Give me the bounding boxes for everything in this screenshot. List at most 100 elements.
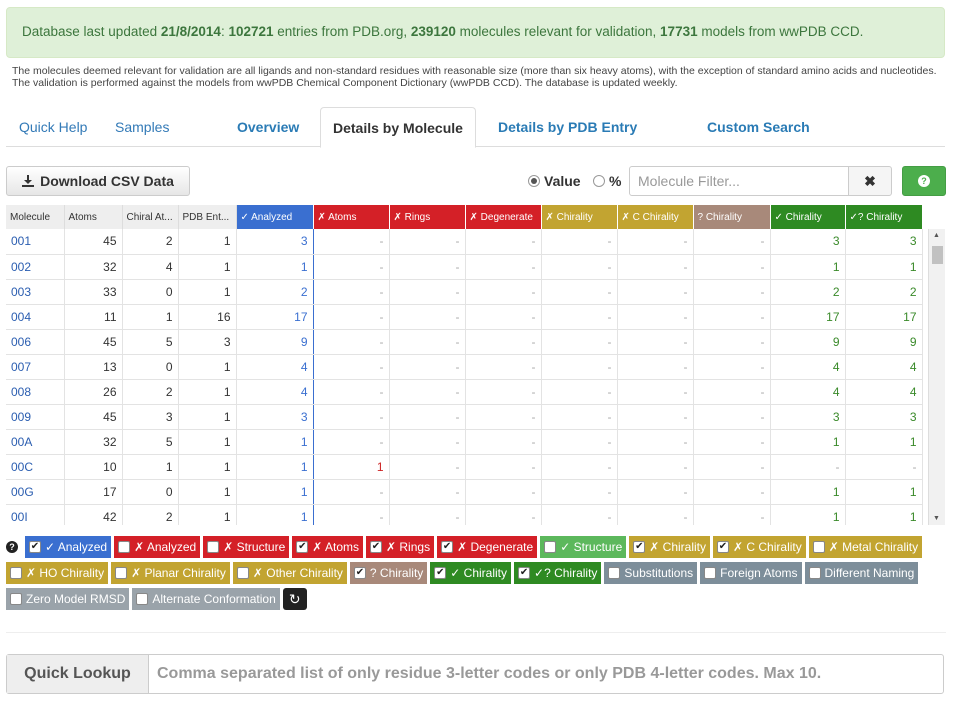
molecule-link[interactable]: 008: [6, 379, 65, 405]
molecule-link[interactable]: 009: [6, 404, 65, 430]
molecule-link[interactable]: 00G: [6, 479, 65, 505]
table-row[interactable]: 008 26 2 1 4- - - - - -4 4: [6, 379, 923, 405]
table-cell[interactable]: 4: [845, 379, 923, 405]
molecule-link[interactable]: 004: [6, 304, 65, 330]
table-cell[interactable]: 1: [770, 504, 846, 525]
scroll-down-icon[interactable]: ▼: [933, 515, 940, 522]
download-csv-button[interactable]: Download CSV Data: [6, 166, 190, 196]
table-cell[interactable]: 1: [236, 429, 314, 455]
table-cell[interactable]: 3: [770, 229, 846, 255]
table-cell[interactable]: 2: [845, 279, 923, 305]
molecule-link[interactable]: 007: [6, 354, 65, 380]
molecule-link[interactable]: 003: [6, 279, 65, 305]
column-header[interactable]: ✗ Degenerate: [465, 205, 542, 229]
tab-details-by-pdb-entry[interactable]: Details by PDB Entry: [498, 107, 637, 147]
molecule-link[interactable]: 00I: [6, 504, 65, 525]
table-row[interactable]: 007 13 0 1 4- - - - - -4 4: [6, 354, 923, 380]
table-cell[interactable]: 17: [236, 304, 314, 330]
molecule-link[interactable]: 001: [6, 229, 65, 255]
table-row[interactable]: 00C 10 1 1 1 1- - - - - - -: [6, 454, 923, 480]
table-cell[interactable]: 4: [770, 354, 846, 380]
table-row[interactable]: 009 45 3 1 3- - - - - -3 3: [6, 404, 923, 430]
toggle-checkbox[interactable]: [207, 541, 220, 553]
column-toggle[interactable]: ✔ ✓? Chirality: [514, 562, 602, 584]
column-toggle[interactable]: Zero Model RMSD: [6, 588, 130, 610]
toggle-checkbox[interactable]: [136, 593, 149, 605]
column-toggle[interactable]: ✗ Analyzed: [114, 536, 201, 558]
table-cell[interactable]: 9: [770, 329, 846, 355]
tab-custom-search[interactable]: Custom Search: [707, 107, 810, 147]
column-header[interactable]: ✓ Chirality: [770, 205, 846, 229]
column-toggle[interactable]: Substitutions: [604, 562, 698, 584]
table-cell[interactable]: 4: [770, 379, 846, 405]
toggle-checkbox[interactable]: [808, 567, 821, 579]
table-row[interactable]: 002 32 4 1 1- - - - - -1 1: [6, 254, 923, 280]
column-toggle[interactable]: Alternate Conformation: [132, 588, 280, 610]
toggle-checkbox[interactable]: ✔: [353, 567, 366, 579]
percent-radio[interactable]: %: [593, 173, 621, 189]
table-row[interactable]: 004 11 1 16 17- - - - - -17 17: [6, 304, 923, 330]
toggle-checkbox[interactable]: [608, 567, 621, 579]
table-cell[interactable]: 9: [845, 329, 923, 355]
table-cell[interactable]: 1: [770, 479, 846, 505]
table-cell[interactable]: 1: [770, 429, 846, 455]
table-cell[interactable]: 1: [770, 254, 846, 280]
column-toggle[interactable]: ✔ ✓ Chirality: [430, 562, 512, 584]
molecule-link[interactable]: 00A: [6, 429, 65, 455]
clear-filter-button[interactable]: ✖: [848, 166, 892, 196]
toggle-checkbox[interactable]: [10, 567, 22, 579]
column-toggle[interactable]: ✗ Other Chirality: [232, 562, 347, 584]
column-toggle[interactable]: ✔? Chirality: [349, 562, 428, 584]
column-header[interactable]: PDB Ent...: [178, 205, 237, 229]
toggle-checkbox[interactable]: [812, 541, 825, 553]
table-cell[interactable]: 3: [770, 404, 846, 430]
table-cell[interactable]: 1: [236, 479, 314, 505]
scrollbar-thumb[interactable]: [932, 246, 943, 264]
table-row[interactable]: 00A 32 5 1 1- - - - - -1 1: [6, 429, 923, 455]
toggle-checkbox[interactable]: ✔: [370, 541, 382, 553]
table-cell[interactable]: 4: [236, 354, 314, 380]
toggle-checkbox[interactable]: [10, 593, 22, 605]
table-cell[interactable]: 1: [236, 254, 314, 280]
table-row[interactable]: 00G 17 0 1 1- - - - - -1 1: [6, 479, 923, 505]
column-toggle[interactable]: Foreign Atoms: [700, 562, 802, 584]
table-cell[interactable]: 3: [236, 404, 314, 430]
column-toggle[interactable]: ✔ ✗ Degenerate: [437, 536, 538, 558]
legend-help-icon[interactable]: ?: [6, 541, 18, 553]
tab-overview[interactable]: Overview: [237, 107, 299, 147]
table-row[interactable]: 006 45 5 3 9- - - - - -9 9: [6, 329, 923, 355]
column-toggle[interactable]: ✔ ✓ Analyzed: [25, 536, 112, 558]
table-row[interactable]: 003 33 0 1 2- - - - - -2 2: [6, 279, 923, 305]
molecule-link[interactable]: 002: [6, 254, 65, 280]
table-cell[interactable]: 2: [236, 279, 314, 305]
toggle-checkbox[interactable]: [236, 567, 249, 579]
table-cell[interactable]: 3: [845, 229, 923, 255]
column-header[interactable]: ✗ Rings: [389, 205, 466, 229]
toggle-checkbox[interactable]: ✔: [434, 567, 447, 579]
column-header[interactable]: ✓ Analyzed: [236, 205, 314, 229]
toggle-checkbox[interactable]: ✔: [633, 541, 646, 553]
table-cell[interactable]: 3: [845, 404, 923, 430]
table-cell[interactable]: 1: [845, 479, 923, 505]
column-toggle[interactable]: ✔ ✗ C Chirality: [713, 536, 806, 558]
toggle-checkbox[interactable]: [544, 541, 557, 553]
table-row[interactable]: 001 45 2 1 3- - - - - -3 3: [6, 229, 923, 255]
table-cell[interactable]: 1: [845, 429, 923, 455]
tab-details-by-molecule[interactable]: Details by Molecule: [320, 107, 476, 148]
column-header[interactable]: Molecule: [6, 205, 65, 229]
toggle-checkbox[interactable]: ✔: [29, 541, 41, 553]
toggle-checkbox[interactable]: ✔: [296, 541, 309, 553]
toggle-checkbox[interactable]: ✔: [518, 567, 531, 579]
table-cell[interactable]: 17: [770, 304, 846, 330]
column-toggle[interactable]: Different Naming: [804, 562, 919, 584]
table-cell[interactable]: 3: [236, 229, 314, 255]
tab-quick-help[interactable]: Quick Help: [19, 107, 87, 147]
table-cell[interactable]: 17: [845, 304, 923, 330]
column-header[interactable]: ✓? Chirality: [845, 205, 923, 229]
column-toggle[interactable]: ✔ ✗ Chirality: [629, 536, 710, 558]
column-header[interactable]: Atoms: [64, 205, 123, 229]
table-cell[interactable]: 1: [845, 254, 923, 280]
molecule-filter-input[interactable]: Molecule Filter...: [629, 166, 849, 196]
column-header[interactable]: ? Chirality: [693, 205, 771, 229]
toggle-checkbox[interactable]: [118, 541, 131, 553]
